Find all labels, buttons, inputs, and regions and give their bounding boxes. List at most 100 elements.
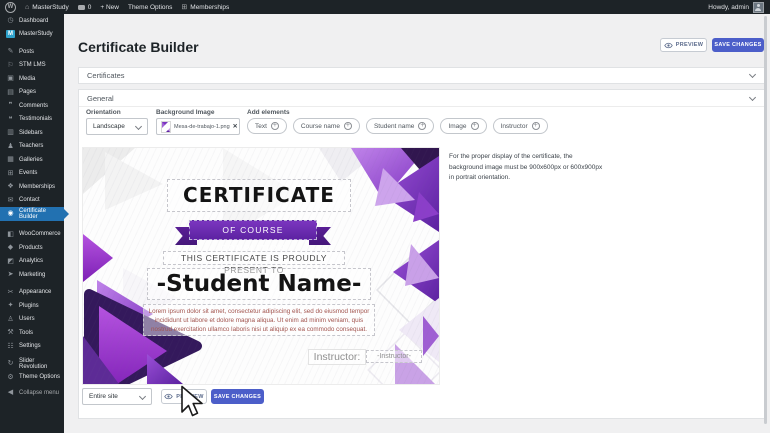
general-accordion[interactable]: General — [79, 90, 765, 107]
certificates-accordion[interactable]: Certificates — [78, 67, 766, 84]
sidebar-item-comments[interactable]: ❞Comments — [0, 99, 64, 113]
save-changes-button[interactable]: SAVE CHANGES — [712, 38, 764, 52]
sidebar-item-posts[interactable]: ✎Posts — [0, 45, 64, 59]
sidebar-item-testimonials[interactable]: ❝Testimonials — [0, 113, 64, 127]
preview-button[interactable]: PREVIEW — [660, 38, 707, 52]
sidebar-item-users[interactable]: ♙Users — [0, 313, 64, 327]
sidebar-item-masterstudy[interactable]: MMasterStudy — [0, 28, 64, 42]
orientation-select[interactable]: Landscape — [86, 118, 148, 135]
masterstudy-icon: M — [6, 30, 15, 38]
sidebar-item-settings[interactable]: ☷Settings — [0, 340, 64, 354]
sidebar-item-label: Dashboard — [19, 18, 48, 24]
sidebar-item-plugins[interactable]: ✦Plugins — [0, 299, 64, 313]
events-icon: ⊞ — [6, 169, 15, 178]
certificate-present-line-element[interactable]: THIS CERTIFICATE IS PROUDLY PRESENT TO — [163, 251, 345, 265]
sidebar-item-dashboard[interactable]: ◷ Dashboard — [0, 14, 64, 28]
admin-sidebar: ◷Dashboard MMasterStudy ✎Posts ⚐STM LMS … — [0, 14, 64, 433]
sidebar-item-products[interactable]: ◆Products — [0, 241, 64, 255]
admin-bar-howdy[interactable]: Howdy, admin — [708, 4, 749, 11]
sidebar-item-marketing[interactable]: ➤Marketing — [0, 268, 64, 282]
certificate-instructor-value-element[interactable]: -Instructor- — [366, 350, 422, 363]
teachers-icon: ♟ — [6, 142, 15, 151]
preview-label: PREVIEW — [676, 42, 703, 48]
add-icon: + — [271, 122, 279, 130]
home-icon: ⌂ — [25, 4, 29, 11]
sidebar-item-label: Settings — [19, 343, 41, 349]
certificate-subtitle-element[interactable]: OF COURSE COMPLITION — [175, 218, 331, 248]
certificate-instructor-label-element[interactable]: Instructor: — [308, 349, 366, 365]
sidebar-item-theme-options[interactable]: ⚙ Theme Options — [0, 371, 64, 385]
appearance-icon: ✂ — [6, 288, 15, 297]
user-avatar[interactable] — [753, 2, 764, 13]
certificates-accordion-title: Certificates — [79, 71, 125, 80]
theme-options-label: Theme Options — [128, 4, 172, 11]
pill-text[interactable]: Text + — [247, 118, 287, 134]
sidebar-item-appearance[interactable]: ✂ Appearance — [0, 286, 64, 300]
certificate-builder-icon: ◉ — [6, 209, 15, 218]
add-icon: + — [471, 122, 479, 130]
sidebar-item-label: Appearance — [19, 289, 51, 295]
certificate-student-name-element[interactable]: -Student Name- — [147, 268, 371, 300]
plugins-icon: ✦ — [6, 301, 15, 310]
pill-label: Text — [255, 123, 267, 130]
sidebar-item-pages[interactable]: ▤Pages — [0, 86, 64, 100]
background-image-filename: Mesa-de-trabajo-1.png — [174, 124, 230, 130]
save-label: SAVE CHANGES — [214, 394, 261, 400]
certificate-body-text-element[interactable]: Lorem ipsum dolor sit amet, consectetur … — [143, 304, 375, 336]
sidebar-item-label: Testimonials — [19, 116, 52, 122]
remove-image-icon[interactable]: ✕ — [233, 123, 238, 130]
chevron-down-icon — [749, 93, 756, 100]
save-label: SAVE CHANGES — [714, 42, 761, 48]
memberships-grid-icon: ⊞ — [181, 4, 187, 11]
sidebar-item-analytics[interactable]: ◩Analytics — [0, 255, 64, 269]
admin-bar-comments[interactable]: 0 — [78, 4, 92, 11]
sidebar-item-certificate-builder[interactable]: ◉Certificate Builder — [0, 207, 64, 221]
pill-instructor[interactable]: Instructor+ — [493, 118, 548, 134]
dashboard-icon: ◷ — [6, 16, 15, 25]
sidebar-item-label: Theme Options — [19, 374, 60, 380]
add-icon: + — [532, 122, 540, 130]
chevron-down-icon — [135, 122, 142, 129]
sidebar-item-woocommerce[interactable]: ◧WooCommerce — [0, 228, 64, 242]
sidebar-item-label: Galleries — [19, 157, 43, 163]
sidebar-item-events[interactable]: ⊞Events — [0, 167, 64, 181]
sidebar-item-slider-revolution[interactable]: ↻Slider Revolution — [0, 357, 64, 371]
sidebar-item-galleries[interactable]: ▦Galleries — [0, 153, 64, 167]
sidebar-item-label: Pages — [19, 89, 36, 95]
admin-bar: W ⌂ MasterStudy 0 + New Theme Options ⊞ … — [0, 0, 770, 14]
sidebars-icon: ▥ — [6, 128, 15, 137]
admin-bar-site[interactable]: ⌂ MasterStudy — [25, 4, 69, 11]
pill-image[interactable]: Image + — [440, 118, 486, 134]
admin-bar-new[interactable]: + New — [100, 4, 119, 11]
scope-value: Entire site — [89, 393, 118, 400]
pill-course-name[interactable]: Course name+ — [293, 118, 360, 134]
pill-student-name[interactable]: Student name+ — [366, 118, 434, 134]
lms-icon: ⚐ — [6, 61, 15, 70]
sidebar-item-stm-lms[interactable]: ⚐STM LMS — [0, 59, 64, 73]
chevron-down-icon — [139, 392, 146, 399]
wordpress-logo-icon[interactable]: W — [5, 2, 16, 13]
admin-bar-theme-options[interactable]: Theme Options — [128, 4, 172, 11]
sidebar-item-memberships[interactable]: ❖Memberships — [0, 180, 64, 194]
sidebar-item-sidebars[interactable]: ▥Sidebars — [0, 126, 64, 140]
sidebar-item-label: Posts — [19, 49, 34, 55]
general-panel: General Orientation Background Image Add… — [78, 89, 766, 419]
footer-save-changes-button[interactable]: SAVE CHANGES — [211, 389, 264, 404]
add-elements-label: Add elements — [247, 109, 290, 116]
vertical-scrollbar[interactable] — [764, 16, 767, 424]
certificate-canvas[interactable]: CERTIFICATE OF COURSE COMPLITION THIS CE… — [83, 148, 439, 384]
footer-preview-button[interactable]: PREVIEW — [161, 389, 207, 404]
certificate-title-element[interactable]: CERTIFICATE — [167, 179, 351, 212]
sidebar-item-label: Users — [19, 316, 35, 322]
sidebar-item-collapse-menu[interactable]: ◀Collapse menu — [0, 386, 64, 400]
admin-bar-memberships[interactable]: ⊞ Memberships — [181, 4, 229, 11]
pill-label: Image — [448, 123, 466, 130]
background-image-chip[interactable]: Mesa-de-trabajo-1.png ✕ — [156, 118, 240, 135]
sidebar-item-teachers[interactable]: ♟Teachers — [0, 140, 64, 154]
sidebar-item-contact[interactable]: ✉Contact — [0, 194, 64, 208]
scope-select[interactable]: Entire site — [82, 388, 152, 405]
theme-options-icon: ⚙ — [6, 373, 15, 382]
sidebar-item-tools[interactable]: ⚒Tools — [0, 326, 64, 340]
marketing-icon: ➤ — [6, 270, 15, 279]
sidebar-item-media[interactable]: ▣Media — [0, 72, 64, 86]
